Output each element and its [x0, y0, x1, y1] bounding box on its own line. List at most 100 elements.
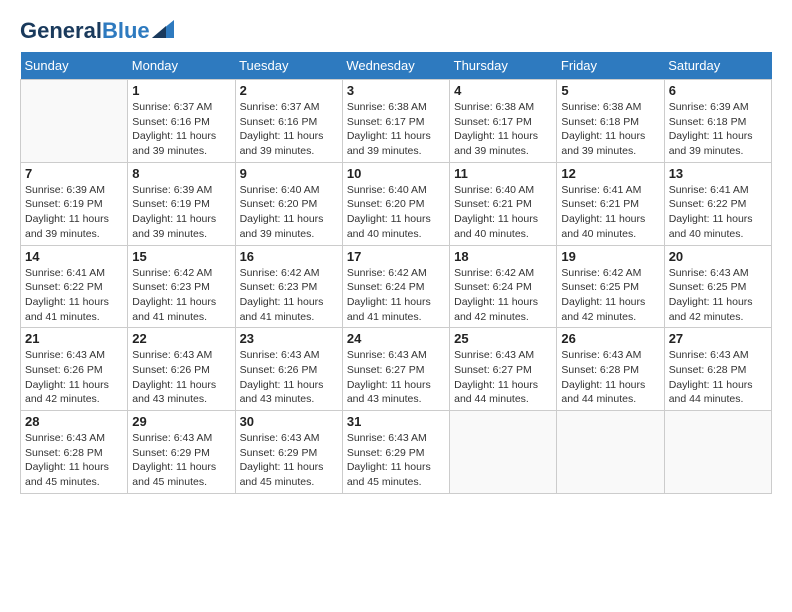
cell-info: Sunrise: 6:43 AMSunset: 6:29 PMDaylight:…	[132, 432, 216, 488]
day-number: 18	[454, 249, 552, 264]
calendar-cell: 1 Sunrise: 6:37 AMSunset: 6:16 PMDayligh…	[128, 80, 235, 163]
day-number: 10	[347, 166, 445, 181]
calendar-cell: 30 Sunrise: 6:43 AMSunset: 6:29 PMDaylig…	[235, 411, 342, 494]
calendar-cell: 8 Sunrise: 6:39 AMSunset: 6:19 PMDayligh…	[128, 162, 235, 245]
day-number: 14	[25, 249, 123, 264]
day-header-monday: Monday	[128, 52, 235, 80]
cell-info: Sunrise: 6:38 AMSunset: 6:18 PMDaylight:…	[561, 101, 645, 157]
day-number: 17	[347, 249, 445, 264]
calendar-cell: 7 Sunrise: 6:39 AMSunset: 6:19 PMDayligh…	[21, 162, 128, 245]
cell-info: Sunrise: 6:37 AMSunset: 6:16 PMDaylight:…	[240, 101, 324, 157]
day-number: 3	[347, 83, 445, 98]
cell-info: Sunrise: 6:43 AMSunset: 6:26 PMDaylight:…	[132, 349, 216, 405]
calendar-week-1: 1 Sunrise: 6:37 AMSunset: 6:16 PMDayligh…	[21, 80, 772, 163]
day-number: 31	[347, 414, 445, 429]
day-number: 4	[454, 83, 552, 98]
calendar-cell: 2 Sunrise: 6:37 AMSunset: 6:16 PMDayligh…	[235, 80, 342, 163]
calendar-table: SundayMondayTuesdayWednesdayThursdayFrid…	[20, 52, 772, 494]
calendar-cell: 17 Sunrise: 6:42 AMSunset: 6:24 PMDaylig…	[342, 245, 449, 328]
calendar-cell: 18 Sunrise: 6:42 AMSunset: 6:24 PMDaylig…	[450, 245, 557, 328]
day-number: 21	[25, 331, 123, 346]
logo-text: GeneralBlue	[20, 20, 150, 42]
cell-info: Sunrise: 6:43 AMSunset: 6:26 PMDaylight:…	[240, 349, 324, 405]
calendar-cell: 14 Sunrise: 6:41 AMSunset: 6:22 PMDaylig…	[21, 245, 128, 328]
calendar-cell: 4 Sunrise: 6:38 AMSunset: 6:17 PMDayligh…	[450, 80, 557, 163]
day-header-saturday: Saturday	[664, 52, 771, 80]
calendar-cell: 12 Sunrise: 6:41 AMSunset: 6:21 PMDaylig…	[557, 162, 664, 245]
calendar-cell: 31 Sunrise: 6:43 AMSunset: 6:29 PMDaylig…	[342, 411, 449, 494]
day-number: 2	[240, 83, 338, 98]
day-number: 24	[347, 331, 445, 346]
day-number: 6	[669, 83, 767, 98]
day-header-wednesday: Wednesday	[342, 52, 449, 80]
calendar-cell: 21 Sunrise: 6:43 AMSunset: 6:26 PMDaylig…	[21, 328, 128, 411]
calendar-cell: 25 Sunrise: 6:43 AMSunset: 6:27 PMDaylig…	[450, 328, 557, 411]
cell-info: Sunrise: 6:42 AMSunset: 6:24 PMDaylight:…	[347, 267, 431, 323]
cell-info: Sunrise: 6:43 AMSunset: 6:29 PMDaylight:…	[347, 432, 431, 488]
day-number: 7	[25, 166, 123, 181]
calendar-cell: 28 Sunrise: 6:43 AMSunset: 6:28 PMDaylig…	[21, 411, 128, 494]
calendar-cell: 6 Sunrise: 6:39 AMSunset: 6:18 PMDayligh…	[664, 80, 771, 163]
day-number: 25	[454, 331, 552, 346]
day-number: 16	[240, 249, 338, 264]
cell-info: Sunrise: 6:41 AMSunset: 6:22 PMDaylight:…	[25, 267, 109, 323]
day-number: 9	[240, 166, 338, 181]
day-header-friday: Friday	[557, 52, 664, 80]
calendar-cell: 11 Sunrise: 6:40 AMSunset: 6:21 PMDaylig…	[450, 162, 557, 245]
calendar-cell	[664, 411, 771, 494]
cell-info: Sunrise: 6:40 AMSunset: 6:21 PMDaylight:…	[454, 184, 538, 240]
day-number: 26	[561, 331, 659, 346]
cell-info: Sunrise: 6:43 AMSunset: 6:26 PMDaylight:…	[25, 349, 109, 405]
day-header-sunday: Sunday	[21, 52, 128, 80]
day-number: 8	[132, 166, 230, 181]
calendar-cell: 29 Sunrise: 6:43 AMSunset: 6:29 PMDaylig…	[128, 411, 235, 494]
calendar-cell: 24 Sunrise: 6:43 AMSunset: 6:27 PMDaylig…	[342, 328, 449, 411]
day-header-tuesday: Tuesday	[235, 52, 342, 80]
calendar-cell: 22 Sunrise: 6:43 AMSunset: 6:26 PMDaylig…	[128, 328, 235, 411]
calendar-cell: 19 Sunrise: 6:42 AMSunset: 6:25 PMDaylig…	[557, 245, 664, 328]
cell-info: Sunrise: 6:41 AMSunset: 6:22 PMDaylight:…	[669, 184, 753, 240]
day-number: 29	[132, 414, 230, 429]
cell-info: Sunrise: 6:41 AMSunset: 6:21 PMDaylight:…	[561, 184, 645, 240]
cell-info: Sunrise: 6:40 AMSunset: 6:20 PMDaylight:…	[347, 184, 431, 240]
day-number: 12	[561, 166, 659, 181]
calendar-cell	[557, 411, 664, 494]
calendar-cell: 26 Sunrise: 6:43 AMSunset: 6:28 PMDaylig…	[557, 328, 664, 411]
cell-info: Sunrise: 6:38 AMSunset: 6:17 PMDaylight:…	[347, 101, 431, 157]
calendar-header: SundayMondayTuesdayWednesdayThursdayFrid…	[21, 52, 772, 80]
cell-info: Sunrise: 6:42 AMSunset: 6:23 PMDaylight:…	[240, 267, 324, 323]
day-number: 5	[561, 83, 659, 98]
cell-info: Sunrise: 6:40 AMSunset: 6:20 PMDaylight:…	[240, 184, 324, 240]
day-number: 15	[132, 249, 230, 264]
cell-info: Sunrise: 6:42 AMSunset: 6:25 PMDaylight:…	[561, 267, 645, 323]
page-header: GeneralBlue	[20, 20, 772, 42]
cell-info: Sunrise: 6:43 AMSunset: 6:27 PMDaylight:…	[454, 349, 538, 405]
calendar-week-2: 7 Sunrise: 6:39 AMSunset: 6:19 PMDayligh…	[21, 162, 772, 245]
calendar-cell: 9 Sunrise: 6:40 AMSunset: 6:20 PMDayligh…	[235, 162, 342, 245]
cell-info: Sunrise: 6:43 AMSunset: 6:28 PMDaylight:…	[25, 432, 109, 488]
logo: GeneralBlue	[20, 20, 174, 42]
day-number: 23	[240, 331, 338, 346]
day-number: 19	[561, 249, 659, 264]
calendar-week-5: 28 Sunrise: 6:43 AMSunset: 6:28 PMDaylig…	[21, 411, 772, 494]
day-number: 30	[240, 414, 338, 429]
calendar-cell: 20 Sunrise: 6:43 AMSunset: 6:25 PMDaylig…	[664, 245, 771, 328]
calendar-week-3: 14 Sunrise: 6:41 AMSunset: 6:22 PMDaylig…	[21, 245, 772, 328]
day-number: 28	[25, 414, 123, 429]
calendar-cell: 16 Sunrise: 6:42 AMSunset: 6:23 PMDaylig…	[235, 245, 342, 328]
cell-info: Sunrise: 6:39 AMSunset: 6:19 PMDaylight:…	[132, 184, 216, 240]
day-number: 1	[132, 83, 230, 98]
day-number: 13	[669, 166, 767, 181]
calendar-cell	[450, 411, 557, 494]
cell-info: Sunrise: 6:43 AMSunset: 6:25 PMDaylight:…	[669, 267, 753, 323]
day-number: 11	[454, 166, 552, 181]
calendar-cell: 27 Sunrise: 6:43 AMSunset: 6:28 PMDaylig…	[664, 328, 771, 411]
day-number: 27	[669, 331, 767, 346]
day-number: 22	[132, 331, 230, 346]
calendar-cell: 15 Sunrise: 6:42 AMSunset: 6:23 PMDaylig…	[128, 245, 235, 328]
calendar-body: 1 Sunrise: 6:37 AMSunset: 6:16 PMDayligh…	[21, 80, 772, 494]
cell-info: Sunrise: 6:43 AMSunset: 6:28 PMDaylight:…	[561, 349, 645, 405]
cell-info: Sunrise: 6:39 AMSunset: 6:18 PMDaylight:…	[669, 101, 753, 157]
calendar-cell	[21, 80, 128, 163]
day-header-thursday: Thursday	[450, 52, 557, 80]
